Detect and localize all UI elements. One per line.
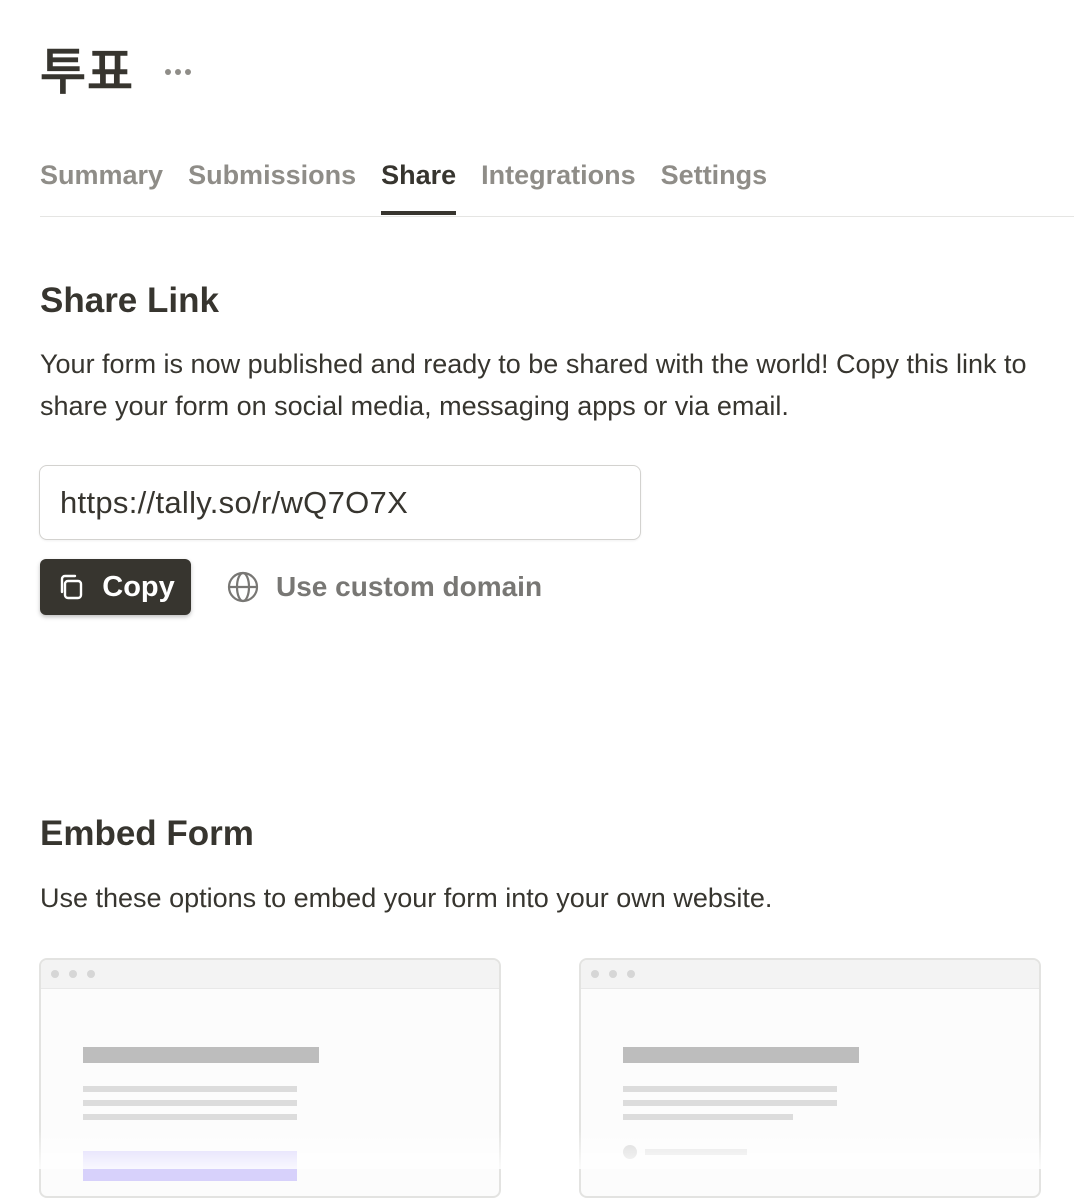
tab-bar: Summary Submissions Share Integrations S… [40,150,1074,217]
tab-submissions[interactable]: Submissions [188,150,356,214]
globe-icon [227,571,259,603]
window-dot [627,970,635,978]
preview-line-placeholder [83,1100,297,1106]
use-custom-domain-label: Use custom domain [276,571,543,602]
share-link-heading: Share Link [40,281,219,320]
copy-button-label: Copy [102,570,175,603]
preview-form-block-placeholder [83,1151,297,1181]
preview-line-placeholder [83,1086,297,1092]
embed-option-popup-card[interactable] [579,958,1041,1198]
window-dot [609,970,617,978]
copy-button[interactable]: Copy [40,559,191,615]
tab-integrations[interactable]: Integrations [481,150,636,214]
preview-line-placeholder [83,1114,297,1120]
use-custom-domain-link[interactable]: Use custom domain [226,559,542,615]
preview-line-placeholder [623,1100,837,1106]
preview-window-bar [41,960,499,989]
preview-line-placeholder [623,1086,837,1092]
tab-share[interactable]: Share [381,150,457,215]
share-link-input[interactable] [39,465,641,540]
page-header: 투표 [40,40,194,104]
embed-option-standard-card[interactable] [39,958,501,1198]
more-options-button[interactable] [162,56,194,88]
preview-line-placeholder [623,1114,793,1120]
preview-line-placeholder [645,1149,747,1155]
preview-window-bar [581,960,1039,989]
preview-title-placeholder [623,1047,859,1063]
share-link-description: Your form is now published and ready to … [40,349,1027,421]
window-dot [51,970,59,978]
preview-title-placeholder [83,1047,319,1063]
tab-summary[interactable]: Summary [40,150,163,214]
page-title: 투표 [40,43,134,101]
copy-icon [61,574,83,600]
window-dot [69,970,77,978]
embed-form-heading: Embed Form [40,814,254,853]
preview-avatar-placeholder [623,1145,637,1159]
window-dot [591,970,599,978]
embed-form-description: Use these options to embed your form int… [40,883,773,913]
more-horizontal-icon [165,69,191,75]
tab-settings[interactable]: Settings [661,150,768,214]
window-dot [87,970,95,978]
